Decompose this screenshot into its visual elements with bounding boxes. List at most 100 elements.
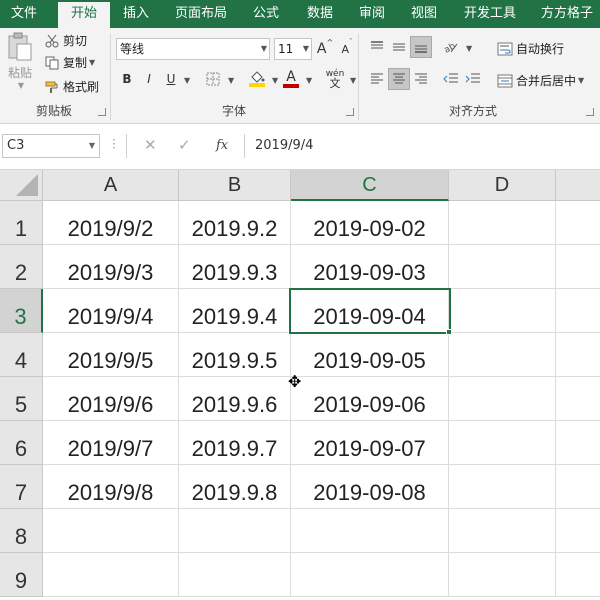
borders-dropdown-icon[interactable]: ▼	[228, 76, 234, 85]
row-header-1[interactable]: 1	[0, 201, 43, 245]
cell-e4[interactable]	[556, 333, 600, 377]
tab-file[interactable]: 文件	[0, 0, 48, 28]
cell-d5[interactable]	[449, 377, 556, 421]
align-bottom-button[interactable]	[410, 36, 432, 58]
column-header-d[interactable]: D	[449, 170, 556, 201]
cell-c7[interactable]: 2019-09-08	[291, 465, 449, 509]
cell-d9[interactable]	[449, 553, 556, 597]
cell-a4[interactable]: 2019/9/5	[43, 333, 179, 377]
cell-b7[interactable]: 2019.9.8	[179, 465, 291, 509]
align-right-button[interactable]	[410, 68, 432, 90]
align-left-button[interactable]	[366, 68, 388, 90]
formula-bar-grip-icon[interactable]: · · ·	[112, 134, 116, 154]
cell-e1[interactable]	[556, 201, 600, 245]
cell-d2[interactable]	[449, 245, 556, 289]
paste-button[interactable]: 粘贴 ▼	[4, 32, 36, 92]
font-color-button[interactable]: A	[280, 68, 302, 90]
cell-a3[interactable]: 2019/9/4	[43, 289, 179, 333]
row-header-2[interactable]: 2	[0, 245, 43, 289]
increase-indent-button[interactable]	[462, 68, 484, 90]
cell-b8[interactable]	[179, 509, 291, 553]
cell-a9[interactable]	[43, 553, 179, 597]
cell-d1[interactable]	[449, 201, 556, 245]
cell-b1[interactable]: 2019.9.2	[179, 201, 291, 245]
cell-c5[interactable]: 2019-09-06	[291, 377, 449, 421]
cut-button[interactable]: 剪切	[44, 32, 87, 49]
format-painter-button[interactable]: 格式刷	[44, 78, 99, 95]
cell-a2[interactable]: 2019/9/3	[43, 245, 179, 289]
row-header-5[interactable]: 5	[0, 377, 43, 421]
underline-dropdown-icon[interactable]: ▼	[184, 76, 190, 85]
cell-b4[interactable]: 2019.9.5	[179, 333, 291, 377]
cell-e8[interactable]	[556, 509, 600, 553]
align-center-button[interactable]	[388, 68, 410, 90]
font-size-combo[interactable]: 11 ▼	[274, 38, 312, 60]
confirm-entry-icon[interactable]: ✓	[178, 136, 191, 154]
cell-d3[interactable]	[449, 289, 556, 333]
cell-d7[interactable]	[449, 465, 556, 509]
cell-d6[interactable]	[449, 421, 556, 465]
cell-e2[interactable]	[556, 245, 600, 289]
row-header-8[interactable]: 8	[0, 509, 43, 553]
clipboard-launcher-icon[interactable]	[98, 108, 106, 116]
cell-e6[interactable]	[556, 421, 600, 465]
select-all-button[interactable]	[0, 170, 43, 201]
tab-view[interactable]: 视图	[402, 0, 446, 28]
cell-b5[interactable]: 2019.9.6	[179, 377, 291, 421]
copy-button[interactable]: 复制 ▼	[44, 54, 95, 71]
cell-e9[interactable]	[556, 553, 600, 597]
tab-developer[interactable]: 开发工具	[458, 0, 522, 28]
row-header-4[interactable]: 4	[0, 333, 43, 377]
column-header-c[interactable]: C	[291, 170, 449, 201]
cell-c3[interactable]: 2019-09-04	[291, 289, 449, 333]
tab-ffcell[interactable]: 方方格子	[534, 0, 600, 28]
bold-button[interactable]: B	[116, 68, 138, 90]
decrease-indent-button[interactable]	[440, 68, 462, 90]
tab-review[interactable]: 审阅	[350, 0, 394, 28]
shrink-font-button[interactable]: Aˇ	[336, 38, 358, 60]
borders-button[interactable]	[202, 68, 224, 90]
row-header-7[interactable]: 7	[0, 465, 43, 509]
orientation-button[interactable]: ab	[440, 36, 462, 58]
wrap-text-button[interactable]: 自动换行	[496, 40, 564, 57]
italic-button[interactable]: I	[138, 68, 160, 90]
alignment-launcher-icon[interactable]	[586, 108, 594, 116]
cell-b3[interactable]: 2019.9.4	[179, 289, 291, 333]
phonetic-button[interactable]: wén 文	[324, 68, 346, 90]
cell-c2[interactable]: 2019-09-03	[291, 245, 449, 289]
column-header-e[interactable]	[556, 170, 600, 201]
cell-d8[interactable]	[449, 509, 556, 553]
cell-b2[interactable]: 2019.9.3	[179, 245, 291, 289]
cell-c4[interactable]: 2019-09-05	[291, 333, 449, 377]
align-middle-button[interactable]	[388, 36, 410, 58]
cell-b9[interactable]	[179, 553, 291, 597]
tab-formulas[interactable]: 公式	[244, 0, 288, 28]
cell-a1[interactable]: 2019/9/2	[43, 201, 179, 245]
orientation-dropdown-icon[interactable]: ▼	[466, 44, 472, 53]
align-top-button[interactable]	[366, 36, 388, 58]
cell-c6[interactable]: 2019-09-07	[291, 421, 449, 465]
font-color-dropdown-icon[interactable]: ▼	[306, 76, 312, 85]
row-header-9[interactable]: 9	[0, 553, 43, 597]
tab-insert[interactable]: 插入	[114, 0, 158, 28]
column-header-a[interactable]: A	[43, 170, 179, 201]
name-box[interactable]: C3 ▼	[2, 134, 100, 158]
fill-color-dropdown-icon[interactable]: ▼	[272, 76, 278, 85]
cell-c9[interactable]	[291, 553, 449, 597]
fill-handle[interactable]	[446, 329, 452, 335]
row-header-6[interactable]: 6	[0, 421, 43, 465]
fill-color-button[interactable]	[246, 68, 268, 90]
cell-a5[interactable]: 2019/9/6	[43, 377, 179, 421]
formula-input[interactable]: 2019/9/4	[244, 134, 598, 158]
grow-font-button[interactable]: A ^	[314, 38, 336, 60]
cell-e3[interactable]	[556, 289, 600, 333]
cancel-entry-icon[interactable]: ✕	[144, 136, 157, 154]
tab-page-layout[interactable]: 页面布局	[168, 0, 234, 28]
cell-a7[interactable]: 2019/9/8	[43, 465, 179, 509]
tab-data[interactable]: 数据	[298, 0, 342, 28]
row-header-3[interactable]: 3	[0, 289, 43, 333]
underline-button[interactable]: U	[160, 68, 182, 90]
cell-e7[interactable]	[556, 465, 600, 509]
cell-c8[interactable]	[291, 509, 449, 553]
cell-a8[interactable]	[43, 509, 179, 553]
